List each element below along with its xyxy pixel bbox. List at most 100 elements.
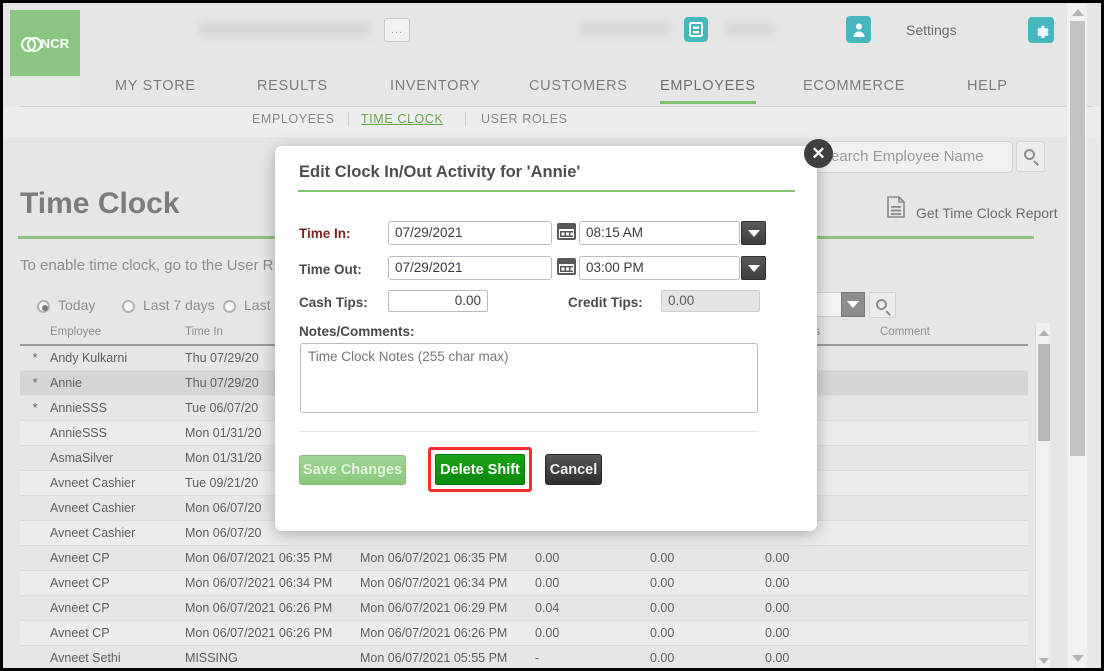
- table-row[interactable]: Avneet CP Mon 06/07/2021 06:34 PM Mon 06/0…: [20, 570, 1028, 596]
- chevron-down-icon[interactable]: [841, 292, 865, 317]
- store-switch-button[interactable]: ...: [384, 18, 410, 42]
- row-hours: -: [535, 645, 650, 668]
- time-out-date-input[interactable]: 07/29/2021: [388, 256, 552, 280]
- row-hours: 0.04: [535, 595, 650, 621]
- nav-inventory[interactable]: INVENTORY: [390, 78, 480, 101]
- row-star: *: [20, 345, 50, 371]
- row-credit-tips: 0.00: [765, 620, 880, 646]
- nav-customers[interactable]: CUSTOMERS: [529, 78, 628, 101]
- store-name-redacted: [199, 21, 371, 38]
- time-in-date-input[interactable]: 07/29/2021: [388, 221, 552, 245]
- main-navigation: MY STORE RESULTS INVENTORY CUSTOMERS EMP…: [80, 78, 1101, 106]
- row-credit-tips: 0.00: [765, 595, 880, 621]
- nav-employees[interactable]: EMPLOYEES: [660, 78, 756, 104]
- row-employee: Avneet CP: [50, 620, 185, 646]
- table-row[interactable]: Avneet Sethi MISSING Mon 06/07/2021 05:55 …: [20, 645, 1028, 668]
- subnav-time-clock[interactable]: TIME CLOCK: [361, 112, 443, 126]
- sub-navigation: EMPLOYEES TIME CLOCK USER ROLES: [3, 107, 1101, 137]
- row-employee: Avneet CP: [50, 595, 185, 621]
- row-comment: [880, 570, 1028, 596]
- row-credit-tips: 0.00: [765, 545, 880, 571]
- register-glyph: [689, 22, 703, 37]
- row-credit-tips: 0.00: [765, 645, 880, 668]
- dialog-title: Edit Clock In/Out Activity for 'Annie': [299, 163, 581, 181]
- row-comment: [880, 645, 1028, 668]
- time-out-label: Time Out:: [299, 262, 362, 277]
- cash-tips-input[interactable]: 0.00: [388, 290, 488, 312]
- row-employee: Annie: [50, 370, 185, 396]
- calendar-icon[interactable]: [557, 223, 576, 240]
- delete-shift-button[interactable]: Delete Shift: [435, 454, 525, 485]
- gear-glyph: [1036, 25, 1049, 38]
- row-star: [20, 445, 50, 471]
- row-time-in: Mon 06/07/2021 06:26 PM: [185, 620, 360, 646]
- row-employee: Andy Kulkarni: [50, 345, 185, 371]
- nav-help[interactable]: HELP: [967, 78, 1008, 101]
- register-icon[interactable]: [684, 17, 708, 42]
- nav-my-store[interactable]: MY STORE: [115, 78, 196, 101]
- radio-last7-dot[interactable]: [122, 300, 135, 313]
- dialog-button-divider: [299, 431, 759, 432]
- row-comment: [880, 545, 1028, 571]
- table-scroll-thumb[interactable]: [1038, 344, 1050, 441]
- page-scrollbar[interactable]: [1066, 3, 1087, 668]
- get-time-clock-report-link[interactable]: Get Time Clock Report: [916, 205, 1058, 221]
- calendar-icon[interactable]: [557, 258, 576, 275]
- search-employee-input[interactable]: Search Employee Name: [810, 141, 1013, 173]
- row-time-in: Mon 06/07/2021 06:35 PM: [185, 545, 360, 571]
- radio-today-dot[interactable]: [37, 300, 50, 313]
- ncr-logo-text: NCR: [40, 35, 70, 51]
- credit-tips-input: 0.00: [661, 290, 760, 312]
- subnav-divider-2: [465, 112, 466, 127]
- col-comment[interactable]: Comment: [880, 323, 1028, 346]
- profile-icon[interactable]: [846, 16, 871, 43]
- ncr-logo[interactable]: NCR: [10, 10, 80, 76]
- row-cash-tips: 0.00: [650, 620, 765, 646]
- time-out-time-input[interactable]: 03:00 PM: [579, 256, 740, 280]
- credit-tips-label: Credit Tips:: [568, 295, 643, 310]
- row-cash-tips: 0.00: [650, 645, 765, 668]
- row-star: *: [20, 395, 50, 421]
- page-scroll-up-icon[interactable]: [1072, 9, 1084, 16]
- search-button[interactable]: [1016, 141, 1045, 172]
- page-scroll-thumb[interactable]: [1070, 21, 1085, 456]
- notes-textarea[interactable]: Time Clock Notes (255 char max): [300, 343, 758, 413]
- subnav-employees[interactable]: EMPLOYEES: [252, 112, 335, 126]
- page-scroll-down-icon[interactable]: [1072, 655, 1084, 662]
- role-redacted: [725, 22, 775, 37]
- chevron-down-icon: [747, 264, 760, 272]
- table-scrollbar[interactable]: [1035, 323, 1050, 668]
- radio-last30-dot[interactable]: [223, 300, 236, 313]
- row-star: [20, 470, 50, 496]
- time-in-time-input[interactable]: 08:15 AM: [579, 221, 740, 245]
- row-star: [20, 645, 50, 668]
- time-in-dropdown-button[interactable]: [741, 221, 766, 245]
- nav-results[interactable]: RESULTS: [257, 78, 328, 101]
- row-hours: 0.00: [535, 620, 650, 646]
- row-comment: [880, 470, 1028, 496]
- save-changes-button[interactable]: Save Changes: [299, 455, 406, 485]
- search-icon: [1024, 149, 1035, 160]
- row-star: [20, 520, 50, 546]
- filter-search-button[interactable]: [869, 292, 896, 318]
- table-row[interactable]: Avneet CP Mon 06/07/2021 06:26 PM Mon 06/0…: [20, 595, 1028, 621]
- row-comment: [880, 395, 1028, 421]
- cancel-button[interactable]: Cancel: [545, 454, 602, 485]
- scroll-down-icon[interactable]: [1039, 658, 1049, 664]
- subnav-user-roles[interactable]: USER ROLES: [481, 112, 568, 126]
- col-employee[interactable]: Employee: [50, 323, 185, 346]
- close-icon[interactable]: ✕: [804, 139, 833, 168]
- table-row[interactable]: Avneet CP Mon 06/07/2021 06:35 PM Mon 06/0…: [20, 545, 1028, 571]
- time-out-dropdown-button[interactable]: [741, 256, 766, 280]
- gear-icon[interactable]: [1028, 17, 1054, 43]
- radio-today-label[interactable]: Today: [58, 297, 95, 313]
- dialog-title-underline: [298, 190, 795, 192]
- document-icon: [887, 196, 905, 218]
- scroll-up-icon[interactable]: [1039, 330, 1049, 336]
- row-employee: Avneet Sethi: [50, 645, 185, 668]
- nav-ecommerce[interactable]: ECOMMERCE: [803, 78, 905, 101]
- settings-label[interactable]: Settings: [906, 22, 957, 38]
- radio-last7-label[interactable]: Last 7 days: [143, 297, 215, 313]
- row-cash-tips: 0.00: [650, 570, 765, 596]
- table-row[interactable]: Avneet CP Mon 06/07/2021 06:26 PM Mon 06/0…: [20, 620, 1028, 646]
